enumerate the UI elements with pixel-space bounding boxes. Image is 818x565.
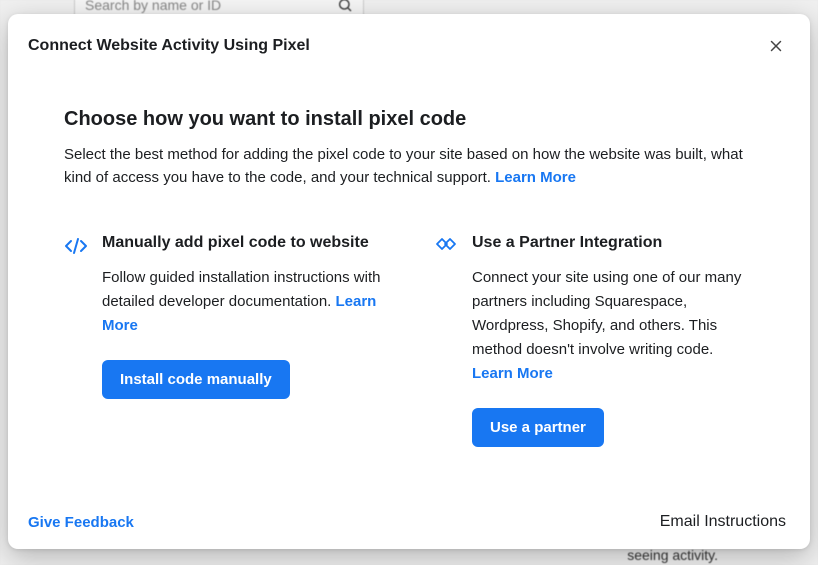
option-partner-desc: Connect your site using one of our many …: [472, 266, 754, 386]
give-feedback-link[interactable]: Give Feedback: [28, 514, 134, 531]
option-partner-title: Use a Partner Integration: [472, 232, 754, 254]
options-row: Manually add pixel code to website Follo…: [64, 232, 754, 447]
option-manual-content: Manually add pixel code to website Follo…: [102, 232, 384, 447]
search-icon: [337, 0, 353, 13]
modal-body: Choose how you want to install pixel cod…: [8, 66, 810, 499]
code-icon: [64, 234, 88, 258]
section-description: Select the best method for adding the pi…: [64, 143, 754, 190]
option-partner-content: Use a Partner Integration Connect your s…: [472, 232, 754, 447]
option-manual-title: Manually add pixel code to website: [102, 232, 384, 254]
learn-more-main-link[interactable]: Learn More: [495, 169, 576, 186]
close-button[interactable]: [762, 32, 790, 60]
modal-header: Connect Website Activity Using Pixel: [8, 14, 810, 66]
handshake-icon: [434, 234, 458, 258]
bg-bottom-text: seeing activity.: [627, 547, 718, 563]
install-manually-button[interactable]: Install code manually: [102, 360, 290, 399]
email-instructions-link[interactable]: Email Instructions: [660, 513, 786, 531]
modal-title: Connect Website Activity Using Pixel: [28, 37, 310, 55]
option-manual-desc: Follow guided installation instructions …: [102, 266, 384, 338]
learn-more-partner-link[interactable]: Learn More: [472, 365, 553, 382]
use-partner-button[interactable]: Use a partner: [472, 408, 604, 447]
option-partner-desc-text: Connect your site using one of our many …: [472, 269, 741, 358]
pixel-install-modal: Connect Website Activity Using Pixel Cho…: [8, 14, 810, 549]
section-desc-text: Select the best method for adding the pi…: [64, 146, 743, 186]
option-manual: Manually add pixel code to website Follo…: [64, 232, 384, 447]
modal-footer: Give Feedback Email Instructions: [8, 499, 810, 549]
option-partner: Use a Partner Integration Connect your s…: [434, 232, 754, 447]
close-icon: [767, 37, 785, 55]
section-heading: Choose how you want to install pixel cod…: [64, 108, 754, 131]
bg-search-placeholder: Search by name or ID: [85, 0, 221, 13]
